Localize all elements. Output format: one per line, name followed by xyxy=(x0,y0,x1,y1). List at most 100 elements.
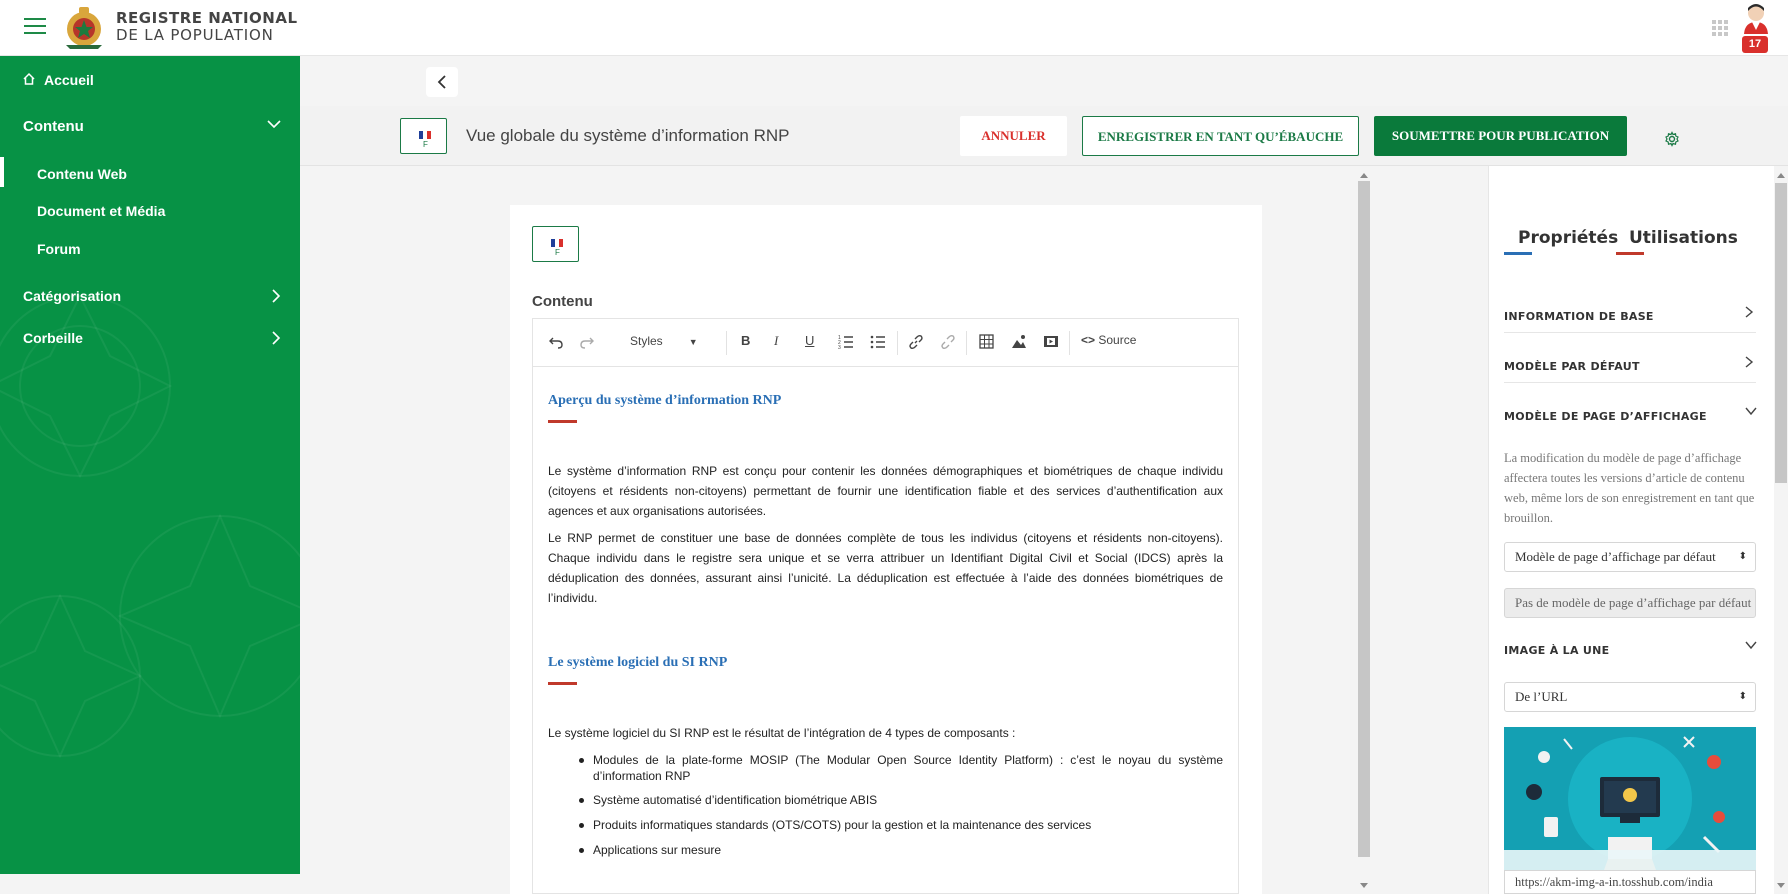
sidebar-item-corbeille[interactable]: Corbeille xyxy=(0,328,300,348)
editor-content-area[interactable] xyxy=(532,367,1239,894)
section-image-a-la-une[interactable]: IMAGE À LA UNE xyxy=(1504,644,1609,657)
save-draft-button[interactable]: ENREGISTRER EN TANT QU’ÉBAUCHE xyxy=(1082,116,1359,156)
section-modele-par-defaut[interactable]: MODÈLE PAR DÉFAUT xyxy=(1504,360,1640,373)
sidebar-item-categorisation[interactable]: Catégorisation xyxy=(0,286,300,306)
back-button[interactable] xyxy=(426,67,458,97)
sidebar-item-label: Contenu xyxy=(23,118,84,135)
section-divider xyxy=(1504,382,1756,383)
svg-text:3: 3 xyxy=(838,345,841,349)
list-item: Produits informatiques standards (OTS/CO… xyxy=(579,817,1223,833)
bold-icon[interactable]: B xyxy=(741,333,750,348)
sidebar-item-label: Forum xyxy=(37,241,81,257)
list-item: Applications sur mesure xyxy=(579,842,1223,858)
tab-proprietes[interactable]: Propriétés xyxy=(1518,228,1618,248)
chevron-right-icon xyxy=(272,289,281,303)
chevron-left-icon xyxy=(437,75,446,89)
code-icon: <> xyxy=(1081,333,1096,347)
scroll-up-arrow-icon[interactable] xyxy=(1360,173,1368,178)
featured-image-preview[interactable] xyxy=(1504,727,1756,870)
image-source-select[interactable]: De l’URL ⬍ xyxy=(1504,682,1756,712)
language-selector[interactable]: F xyxy=(400,118,447,154)
scrollbar-thumb[interactable] xyxy=(1358,181,1370,857)
image-url-field[interactable]: https://akm-img-a-in.tosshub.com/india xyxy=(1504,870,1756,894)
toolbar-divider xyxy=(897,331,898,355)
brand-line-1: REGISTRE NATIONAL xyxy=(116,9,298,27)
sidebar-item-contenu-web[interactable]: Contenu Web xyxy=(0,164,300,184)
sidebar-item-accueil[interactable]: Accueil xyxy=(0,70,300,90)
submit-publication-button[interactable]: SOUMETTRE POUR PUBLICATION xyxy=(1374,116,1627,156)
content-language-selector[interactable]: F xyxy=(532,226,579,262)
notification-badge[interactable]: 17 xyxy=(1742,36,1768,53)
national-emblem-logo xyxy=(66,7,102,49)
chevron-down-icon[interactable] xyxy=(1744,640,1758,650)
panel-scrollbar[interactable] xyxy=(1774,171,1788,894)
home-icon xyxy=(23,72,35,85)
language-code: F xyxy=(555,248,560,257)
source-button[interactable]: <> Source xyxy=(1081,333,1136,347)
section-modele-page-affichage[interactable]: MODÈLE DE PAGE D’AFFICHAGE xyxy=(1504,410,1707,423)
content-heading-1: Aperçu du système d’information RNP xyxy=(548,393,782,408)
page-title[interactable]: Vue globale du système d’information RNP xyxy=(466,126,789,146)
scroll-down-arrow-icon[interactable] xyxy=(1360,883,1368,888)
toolbar-divider xyxy=(726,331,727,355)
tab-utilisations-underline xyxy=(1616,252,1644,255)
bullet-list-icon[interactable] xyxy=(870,334,886,349)
gear-icon[interactable] xyxy=(1664,131,1680,147)
display-template-select[interactable]: Modèle de page d’affichage par défaut ⬍ xyxy=(1504,542,1756,572)
sidebar-item-label: Corbeille xyxy=(23,330,83,346)
chevron-right-icon[interactable] xyxy=(1744,355,1754,369)
sidebar-item-document-media[interactable]: Document et Média xyxy=(0,201,300,221)
content-label: Contenu xyxy=(532,293,593,310)
image-icon[interactable] xyxy=(1011,334,1027,349)
underline-icon[interactable]: U xyxy=(805,333,814,348)
sidebar: Accueil Contenu Contenu Web Document et … xyxy=(0,56,300,874)
styles-dropdown[interactable]: Styles ▼ xyxy=(630,334,698,348)
select-arrows-icon: ⬍ xyxy=(1738,691,1747,702)
sidebar-item-label: Accueil xyxy=(44,72,94,88)
select-value: De l’URL xyxy=(1515,689,1568,704)
user-avatar[interactable] xyxy=(1742,2,1770,34)
display-template-description: La modification du modèle de page d’affi… xyxy=(1504,451,1755,525)
sidebar-item-forum[interactable]: Forum xyxy=(0,239,300,259)
unlink-icon[interactable] xyxy=(940,334,956,350)
french-flag-icon xyxy=(551,239,563,247)
redo-icon[interactable] xyxy=(580,335,594,349)
source-label: Source xyxy=(1098,333,1137,347)
display-template-none-field: Pas de modèle de page d’affichage par dé… xyxy=(1504,588,1756,618)
select-value: Modèle de page d’affichage par défaut xyxy=(1515,549,1716,564)
caret-down-icon: ▼ xyxy=(688,337,698,347)
chevron-right-icon[interactable] xyxy=(1744,305,1754,319)
toolbar-divider xyxy=(1069,331,1070,355)
section-divider xyxy=(1504,332,1756,333)
select-arrows-icon: ⬍ xyxy=(1738,551,1747,562)
scrollbar-thumb[interactable] xyxy=(1775,183,1787,483)
chevron-right-icon xyxy=(272,331,281,345)
brand-line-2: DE LA POPULATION xyxy=(116,26,274,44)
list-item: Modules de la plate-forme MOSIP (The Mod… xyxy=(579,753,1223,783)
editor-scrollbar[interactable] xyxy=(1358,171,1370,894)
undo-icon[interactable] xyxy=(549,335,563,349)
chevron-down-icon xyxy=(267,120,281,129)
link-icon[interactable] xyxy=(908,334,924,350)
sidebar-item-label: Contenu Web xyxy=(37,166,127,182)
tab-utilisations[interactable]: Utilisations xyxy=(1629,228,1738,248)
content-paragraph-3: Le système logiciel du SI RNP est le rés… xyxy=(548,726,1016,740)
french-flag-icon xyxy=(419,131,431,139)
sidebar-item-label: Catégorisation xyxy=(23,288,122,304)
video-icon[interactable] xyxy=(1043,334,1059,349)
hamburger-menu-icon[interactable] xyxy=(24,18,46,36)
sidebar-item-contenu[interactable]: Contenu xyxy=(0,116,300,136)
chevron-down-icon[interactable] xyxy=(1744,406,1758,416)
list-item: Système automatisé d’identification biom… xyxy=(579,792,1223,808)
scroll-down-arrow-icon[interactable] xyxy=(1777,883,1785,888)
content-heading-2: Le système logiciel du SI RNP xyxy=(548,655,728,670)
content-paragraph-1: Le système d’information RNP est conçu p… xyxy=(548,464,1223,518)
apps-grid-icon[interactable] xyxy=(1712,20,1728,36)
scroll-up-arrow-icon[interactable] xyxy=(1777,173,1785,178)
cancel-button[interactable]: ANNULER xyxy=(960,116,1067,156)
editor-toolbar: Styles ▼ B I U 123 <> Source xyxy=(532,318,1239,367)
italic-icon[interactable]: I xyxy=(774,333,778,349)
ordered-list-icon[interactable]: 123 xyxy=(838,334,854,349)
table-icon[interactable] xyxy=(979,334,994,349)
section-information-de-base[interactable]: INFORMATION DE BASE xyxy=(1504,310,1654,323)
